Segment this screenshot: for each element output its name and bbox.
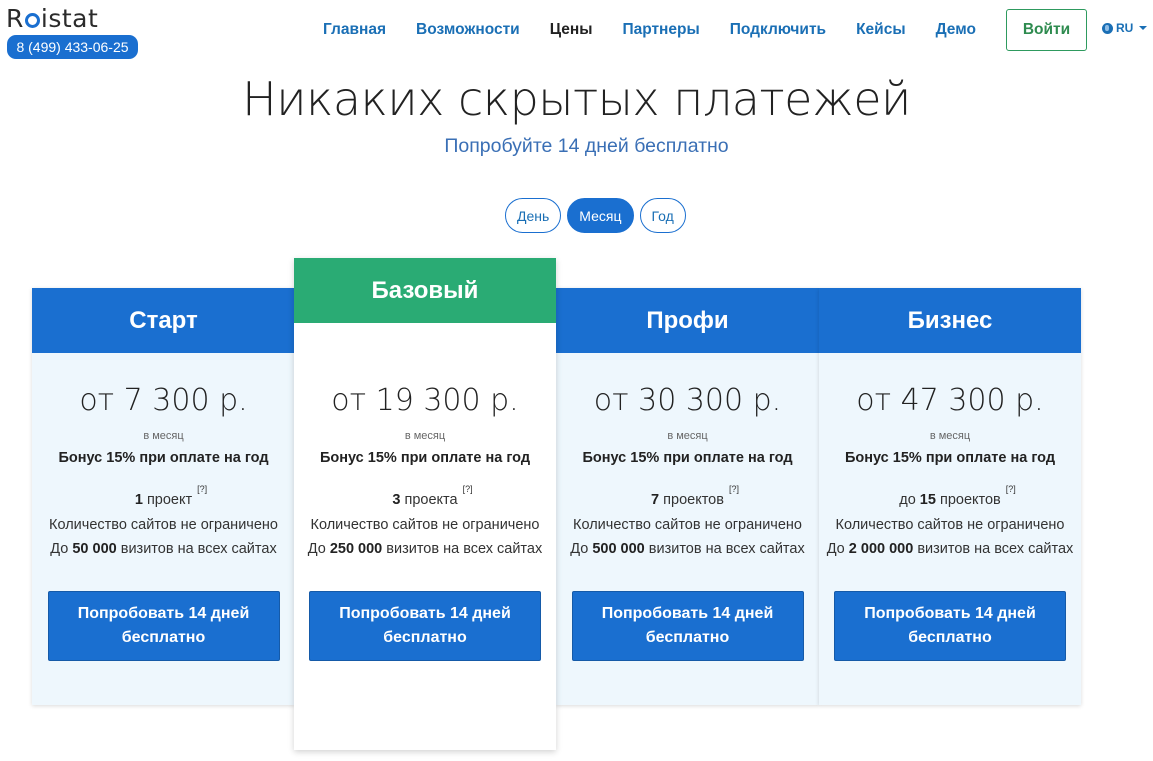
plan-name: Старт bbox=[32, 288, 295, 353]
visits-prefix: До bbox=[50, 541, 73, 557]
visits-count: 50 000 bbox=[72, 541, 117, 557]
caret-down-icon bbox=[1139, 26, 1148, 30]
logo-text-end: istat bbox=[40, 4, 99, 33]
plan-card-pro: Профи от 30 300 р. в месяц Бонус 15% при… bbox=[556, 288, 819, 705]
visits-count: 2 000 000 bbox=[848, 541, 914, 557]
plan-bonus: Бонус 15% при оплате на год bbox=[844, 450, 1056, 466]
visits-suffix: визитов на всех сайтах bbox=[644, 541, 805, 557]
plan-price: от 30 300 р. bbox=[593, 383, 782, 418]
nav-cases[interactable]: Кейсы bbox=[856, 20, 905, 40]
plan-bonus: Бонус 15% при оплате на год bbox=[582, 450, 793, 466]
try-free-button[interactable]: Попробовать 14 дней бесплатно bbox=[571, 591, 804, 661]
page-subtitle: Попробуйте 14 дней бесплатно bbox=[444, 135, 729, 157]
plan-card-business: Бизнес от 47 300 р. в месяц Бонус 15% пр… bbox=[819, 288, 1081, 705]
plan-price: от 19 300 р. bbox=[331, 383, 519, 418]
nav-demo[interactable]: Демо bbox=[936, 20, 976, 40]
plan-period: в месяц bbox=[143, 430, 184, 442]
nav-partners[interactable]: Партнеры bbox=[622, 20, 699, 40]
visits-count: 250 000 bbox=[329, 541, 383, 557]
plan-bonus: Бонус 15% при оплате на год bbox=[319, 450, 531, 466]
plan-name: Бизнес bbox=[819, 288, 1081, 353]
nav-features[interactable]: Возможности bbox=[416, 20, 520, 40]
period-year-button[interactable]: Год bbox=[639, 198, 686, 233]
try-free-button[interactable]: Попробовать 14 дней бесплатно bbox=[834, 591, 1066, 661]
nav-home[interactable]: Главная bbox=[323, 20, 386, 40]
plan-sites: Количество сайтов не ограничено bbox=[310, 517, 540, 533]
visits-prefix: До bbox=[570, 541, 593, 557]
plan-projects: до 15 проектов [?] bbox=[899, 484, 1016, 508]
plan-visits: До 2 000 000 визитов на всех сайтах bbox=[819, 541, 1081, 557]
projects-count: 7 bbox=[651, 492, 660, 508]
page-title: Никаких скрытых платежей bbox=[242, 72, 911, 126]
plan-visits: До 50 000 визитов на всех сайтах bbox=[32, 541, 295, 557]
plan-price: от 7 300 р. bbox=[79, 383, 248, 418]
period-day-button[interactable]: День bbox=[505, 198, 562, 233]
projects-count: 1 bbox=[134, 492, 143, 508]
period-month-button[interactable]: Месяц bbox=[567, 198, 634, 233]
plan-price: от 47 300 р. bbox=[856, 383, 1044, 418]
plan-projects: 1 проект [?] bbox=[134, 484, 207, 508]
help-hint[interactable]: [?] bbox=[197, 484, 207, 494]
main-nav: Главная Возможности Цены Партнеры Подклю… bbox=[323, 20, 1006, 40]
visits-prefix: До bbox=[307, 541, 330, 557]
plan-card-basic: Базовый от 19 300 р. в месяц Бонус 15% п… bbox=[294, 258, 556, 750]
plan-bonus: Бонус 15% при оплате на год bbox=[58, 450, 269, 466]
plan-name: Профи bbox=[556, 288, 819, 353]
period-toggle: День Месяц Год bbox=[505, 198, 686, 233]
try-free-button[interactable]: Попробовать 14 дней бесплатно bbox=[47, 591, 280, 661]
projects-label: проектов bbox=[935, 492, 1001, 508]
login-button[interactable]: Войти bbox=[1006, 9, 1087, 51]
projects-prefix: до bbox=[899, 492, 920, 508]
plan-sites: Количество сайтов не ограничено bbox=[49, 517, 278, 533]
visits-suffix: визитов на всех сайтах bbox=[116, 541, 277, 557]
help-hint[interactable]: [?] bbox=[463, 484, 473, 494]
plan-visits: До 250 000 визитов на всех сайтах bbox=[294, 541, 556, 557]
help-hint[interactable]: [?] bbox=[729, 484, 739, 494]
plan-projects: 3 проекта [?] bbox=[392, 484, 472, 508]
plan-sites: Количество сайтов не ограничено bbox=[835, 517, 1065, 533]
visits-prefix: До bbox=[826, 541, 849, 557]
projects-count: 15 bbox=[919, 492, 936, 508]
nav-connect[interactable]: Подключить bbox=[730, 20, 826, 40]
plan-card-start: Старт от 7 300 р. в месяц Бонус 15% при … bbox=[32, 288, 295, 705]
globe-icon bbox=[1102, 22, 1113, 34]
visits-suffix: визитов на всех сайтах bbox=[382, 541, 543, 557]
language-label: RU bbox=[1116, 21, 1134, 35]
logo[interactable]: Ristat bbox=[6, 4, 98, 33]
nav-prices[interactable]: Цены bbox=[550, 20, 593, 40]
try-free-button[interactable]: Попробовать 14 дней бесплатно bbox=[309, 591, 541, 661]
plan-sites: Количество сайтов не ограничено bbox=[573, 517, 802, 533]
visits-count: 500 000 bbox=[592, 541, 645, 557]
plan-period: в месяц bbox=[404, 430, 446, 442]
plan-projects: 7 проектов [?] bbox=[651, 484, 739, 508]
language-selector[interactable]: RU bbox=[1102, 21, 1148, 35]
projects-label: проект bbox=[142, 492, 193, 508]
visits-suffix: визитов на всех сайтах bbox=[913, 541, 1074, 557]
plan-period: в месяц bbox=[667, 430, 708, 442]
plan-visits: До 500 000 визитов на всех сайтах bbox=[556, 541, 819, 557]
phone-badge[interactable]: 8 (499) 433-06-25 bbox=[7, 35, 138, 59]
plan-period: в месяц bbox=[929, 430, 971, 442]
plan-name: Базовый bbox=[294, 258, 556, 323]
help-hint[interactable]: [?] bbox=[1006, 484, 1016, 494]
projects-label: проектов bbox=[659, 492, 724, 508]
projects-label: проекта bbox=[400, 492, 458, 508]
logo-circle-icon bbox=[24, 13, 40, 28]
logo-text-start: R bbox=[6, 4, 24, 33]
